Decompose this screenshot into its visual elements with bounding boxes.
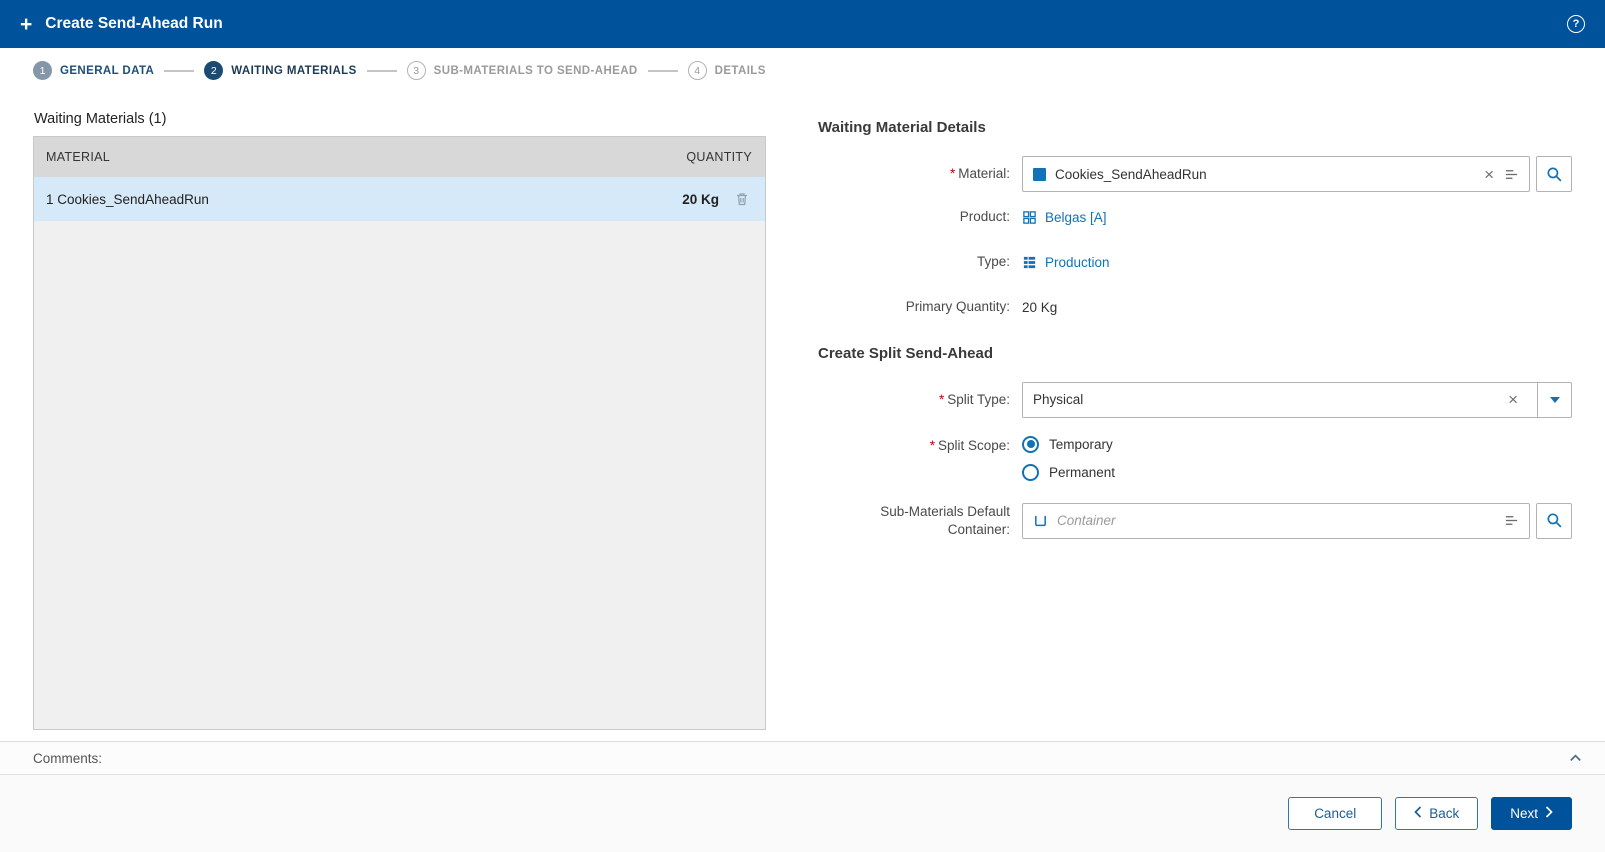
primary-quantity-value-wrap: 20 Kg (1022, 300, 1057, 315)
material-type-icon (1033, 168, 1046, 181)
default-container-field-wrap (1022, 503, 1572, 539)
back-button-label: Back (1429, 806, 1459, 821)
chevron-left-icon (1414, 806, 1422, 821)
step-4-label: DETAILS (715, 65, 766, 77)
step-1-label: GENERAL DATA (60, 65, 154, 77)
row-quantity-cell: 20 Kg (682, 192, 719, 207)
material-row: *Material: Cookies_SendAheadRun × (818, 156, 1572, 192)
footer-bar: Cancel Back Next (0, 775, 1605, 852)
product-label: Product: (818, 208, 1022, 226)
radio-permanent-icon[interactable] (1022, 464, 1039, 481)
delete-row-icon[interactable] (734, 191, 750, 207)
column-header-quantity: QUANTITY (686, 150, 765, 164)
container-list-icon[interactable] (1504, 513, 1519, 528)
type-value-wrap: Production (1022, 255, 1110, 270)
column-header-material: MATERIAL (34, 150, 686, 164)
split-scope-label: *Split Scope: (818, 434, 1022, 455)
material-field-wrap: Cookies_SendAheadRun × (1022, 156, 1572, 192)
waiting-materials-table: MATERIAL QUANTITY 1 Cookies_SendAheadRun… (33, 136, 766, 730)
material-list-icon[interactable] (1504, 167, 1519, 182)
split-type-select[interactable]: Physical × (1022, 382, 1572, 418)
step-details[interactable]: 4 DETAILS (688, 61, 766, 80)
required-marker: * (950, 166, 955, 181)
step-sub-materials[interactable]: 3 SUB-MATERIALS TO SEND-AHEAD (407, 61, 638, 80)
step-4-circle: 4 (688, 61, 707, 80)
chevron-up-icon[interactable] (1568, 751, 1583, 766)
step-3-label: SUB-MATERIALS TO SEND-AHEAD (434, 65, 638, 77)
back-button[interactable]: Back (1395, 797, 1478, 830)
split-type-field-wrap: Physical × (1022, 382, 1572, 418)
details-section-title: Waiting Material Details (818, 119, 1572, 136)
radio-option-permanent[interactable]: Permanent (1022, 464, 1115, 481)
container-text-input[interactable] (1057, 513, 1495, 528)
step-connector (648, 70, 678, 72)
row-material-cell: 1 Cookies_SendAheadRun (34, 192, 682, 207)
clear-split-type-icon[interactable]: × (1507, 391, 1519, 408)
container-icon (1033, 513, 1048, 528)
type-label: Type: (818, 253, 1022, 271)
split-type-dropdown-button[interactable] (1537, 383, 1571, 417)
type-link[interactable]: Production (1045, 255, 1110, 270)
comments-section[interactable]: Comments: (0, 741, 1605, 775)
primary-quantity-label: Primary Quantity: (818, 298, 1022, 316)
product-link[interactable]: Belgas [A] (1045, 210, 1107, 225)
next-button-label: Next (1510, 806, 1538, 821)
required-marker: * (939, 392, 944, 407)
product-row: Product: Belgas [A] (818, 208, 1572, 226)
radio-option-temporary[interactable]: Temporary (1022, 436, 1115, 453)
material-value: Cookies_SendAheadRun (1055, 167, 1474, 182)
split-type-label: *Split Type: (818, 391, 1022, 409)
clear-material-icon[interactable]: × (1483, 166, 1495, 183)
main-content: Waiting Materials (1) MATERIAL QUANTITY … (0, 89, 1605, 730)
plus-icon: + (20, 14, 32, 35)
product-icon (1022, 210, 1037, 225)
step-1-circle: 1 (33, 61, 52, 80)
step-connector (367, 70, 397, 72)
help-icon[interactable]: ? (1567, 15, 1585, 33)
step-general-data[interactable]: 1 GENERAL DATA (33, 61, 154, 80)
default-container-row: Sub-Materials Default Container: (818, 503, 1572, 539)
primary-quantity-row: Primary Quantity: 20 Kg (818, 298, 1572, 316)
next-button[interactable]: Next (1491, 797, 1572, 830)
table-row[interactable]: 1 Cookies_SendAheadRun 20 Kg (34, 177, 765, 221)
step-2-label: WAITING MATERIALS (231, 65, 356, 77)
chevron-right-icon (1545, 806, 1553, 821)
type-row: Type: Production (818, 253, 1572, 271)
details-panel: Waiting Material Details *Material: Cook… (818, 103, 1572, 730)
page-title: Create Send-Ahead Run (45, 15, 222, 33)
cancel-button[interactable]: Cancel (1288, 797, 1382, 830)
container-search-button[interactable] (1536, 503, 1572, 539)
split-section-title: Create Split Send-Ahead (818, 345, 1572, 362)
step-3-circle: 3 (407, 61, 426, 80)
cancel-button-label: Cancel (1314, 806, 1356, 821)
step-2-circle: 2 (204, 61, 223, 80)
default-container-label: Sub-Materials Default Container: (818, 503, 1022, 539)
waiting-materials-title: Waiting Materials (1) (34, 111, 766, 127)
split-type-row: *Split Type: Physical × (818, 382, 1572, 418)
split-scope-row: *Split Scope: Temporary Permanent (818, 434, 1572, 481)
step-connector (164, 70, 194, 72)
production-type-icon (1022, 255, 1037, 270)
radio-temporary-icon[interactable] (1022, 436, 1039, 453)
material-label: *Material: (818, 165, 1022, 183)
wizard-stepper: 1 GENERAL DATA 2 WAITING MATERIALS 3 SUB… (0, 48, 1605, 89)
waiting-materials-panel: Waiting Materials (1) MATERIAL QUANTITY … (33, 103, 766, 730)
material-search-button[interactable] (1536, 156, 1572, 192)
radio-permanent-label: Permanent (1049, 465, 1115, 480)
primary-quantity-value: 20 Kg (1022, 300, 1057, 315)
table-header-row: MATERIAL QUANTITY (34, 137, 765, 177)
material-input[interactable]: Cookies_SendAheadRun × (1022, 156, 1530, 192)
radio-temporary-label: Temporary (1049, 437, 1113, 452)
step-waiting-materials[interactable]: 2 WAITING MATERIALS (204, 61, 356, 80)
create-send-ahead-run-page: + Create Send-Ahead Run ? 1 GENERAL DATA… (0, 0, 1605, 852)
header-bar: + Create Send-Ahead Run ? (0, 0, 1605, 48)
split-scope-options: Temporary Permanent (1022, 434, 1115, 481)
comments-label: Comments: (33, 751, 102, 766)
row-action-cell (719, 191, 765, 207)
default-container-input[interactable] (1022, 503, 1530, 539)
product-value-wrap: Belgas [A] (1022, 210, 1107, 225)
required-marker: * (930, 438, 935, 453)
split-type-value: Physical (1033, 392, 1498, 407)
